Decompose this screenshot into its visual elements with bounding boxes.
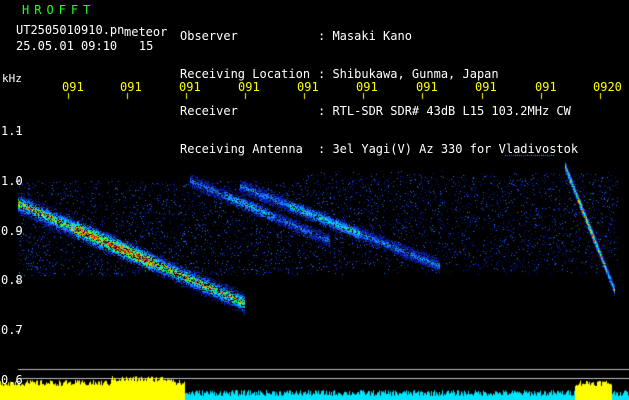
info-row-antenna: Receiving Antenna: 3el Yagi(V) Az 330 fo… [180,141,579,156]
time-tick: 091 [62,80,84,94]
interval-value: 15 [138,39,154,53]
datetime-value: 25.05.01 09:10 [16,39,118,53]
capture-datetime: 25.05.01 09:10 15 [16,40,153,52]
freq-tick: 1.1 [1,124,23,138]
brand-title: HROFFT [22,3,96,17]
info-row-receiver: Receiver: RTL-SDR SDR# 43dB L15 103.2MHz… [180,104,571,118]
file-tag: meteor [124,25,168,39]
freq-tick: 0.9 [1,224,23,238]
time-tick: 0920 [593,80,622,94]
time-tick: 091 [535,80,557,94]
time-tick: 091 [297,80,319,94]
freq-tick: 0.6 [1,373,23,387]
time-tick: 091 [120,80,142,94]
time-tick: 091 [416,80,438,94]
freq-tick: 0.8 [1,273,23,287]
info-row-location: Receiving Location: Shibukawa, Gunma, Ja… [180,66,499,81]
freq-tick: 1.0 [1,174,23,188]
time-tick: 091 [475,80,497,94]
file-name: UT2505010910.pn [16,23,125,37]
time-tick: 091 [179,80,201,94]
time-tick: 091 [356,80,378,94]
freq-unit-label: kHz [2,72,22,85]
freq-tick: 0.7 [1,323,23,337]
info-row-observer: Observer: Masaki Kano [180,29,412,43]
time-tick: 091 [238,80,260,94]
